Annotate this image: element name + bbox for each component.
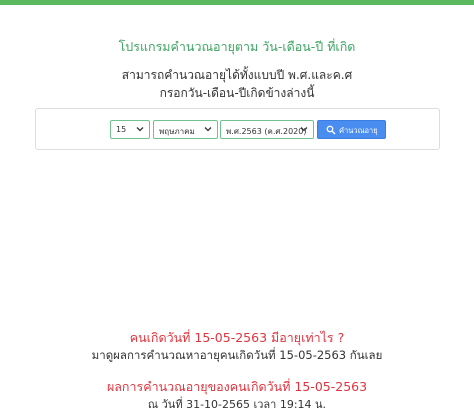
- chevron-down-icon: [300, 127, 308, 132]
- calculate-age-button-label: คำนวณอายุ: [339, 126, 378, 135]
- calculate-age-button[interactable]: คำนวณอายุ: [317, 120, 386, 139]
- search-icon: [326, 125, 336, 135]
- month-select[interactable]: พฤษภาคม: [153, 120, 218, 139]
- birthdate-form-panel: 15 พฤษภาคม พ.ศ.2563 (ค.ศ.2020) คำนวณอายุ: [35, 108, 440, 150]
- chevron-down-icon: [136, 127, 144, 132]
- result-as-of-date: ณ วันที่ 31-10-2565 เวลา 19:14 น.: [147, 398, 327, 411]
- top-accent-bar: [0, 0, 474, 5]
- result-heading: ผลการคำนวณอายุของคนเกิดวันที่ 15-05-2563: [106, 379, 368, 394]
- subtitle-line-2: กรอกวัน-เดือน-ปีเกิดข้างล่างนี้: [159, 86, 315, 100]
- year-select-value: พ.ศ.2563 (ค.ศ.2020): [226, 127, 307, 136]
- month-select-value: พฤษภาคม: [159, 127, 195, 136]
- year-select[interactable]: พ.ศ.2563 (ค.ศ.2020): [220, 120, 314, 139]
- page-title: โปรแกรมคำนวณอายุตาม วัน-เดือน-ปี ที่เกิด: [118, 39, 356, 54]
- chevron-down-icon: [204, 127, 212, 132]
- age-question-heading: คนเกิดวันที่ 15-05-2563 มีอายุเท่าไร ?: [129, 330, 345, 345]
- result-intro-text: มาดูผลการคำนวณหาอายุคนเกิดวันที่ 15-05-2…: [91, 348, 383, 362]
- day-select[interactable]: 15: [110, 120, 150, 139]
- subtitle-line-1: สามารถคำนวณอายุได้ทั้งแบบปี พ.ศ.และค.ศ: [121, 68, 353, 82]
- day-select-value: 15: [116, 125, 127, 134]
